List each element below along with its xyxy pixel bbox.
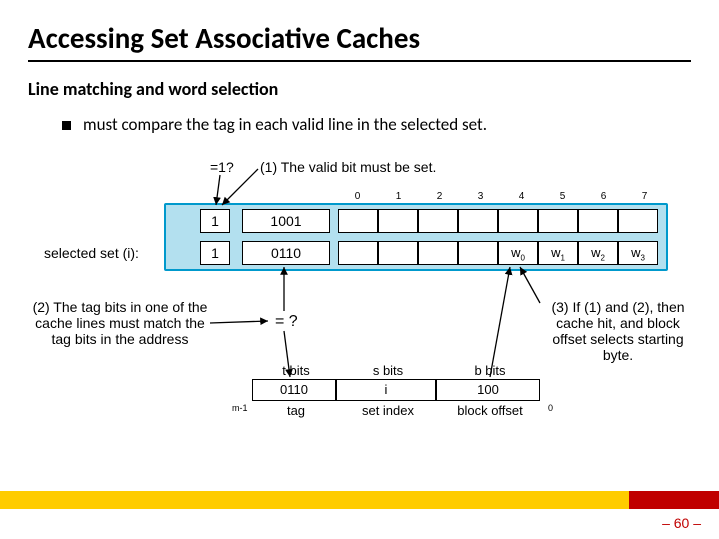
setindex-field: i bbox=[336, 379, 436, 401]
col-num: 2 bbox=[419, 191, 460, 202]
lsb-label: 0 bbox=[548, 403, 553, 413]
title-underline bbox=[28, 60, 691, 62]
valid-cell: 1 bbox=[200, 241, 230, 265]
blockoffset-field: 100 bbox=[436, 379, 540, 401]
data-cell bbox=[458, 209, 498, 233]
page-number: – 60 – bbox=[662, 515, 701, 531]
addr-name: set index bbox=[338, 403, 438, 418]
footer-stripe bbox=[0, 491, 719, 509]
col-num: 1 bbox=[378, 191, 419, 202]
bullet-row: must compare the tag in each valid line … bbox=[0, 114, 719, 135]
addr-label: s bits bbox=[338, 363, 438, 378]
tag-field: 0110 bbox=[252, 379, 336, 401]
data-cell bbox=[538, 209, 578, 233]
data-cell: w1 bbox=[538, 241, 578, 265]
addr-name: block offset bbox=[438, 403, 542, 418]
addr-label: b bits bbox=[438, 363, 542, 378]
addr-field-names: tag set index block offset bbox=[254, 403, 542, 418]
data-cell bbox=[378, 241, 418, 265]
tag-cell: 1001 bbox=[242, 209, 330, 233]
data-cell bbox=[578, 209, 618, 233]
tag-cell: 0110 bbox=[242, 241, 330, 265]
valid-check-label: =1? bbox=[210, 159, 234, 175]
col-num: 6 bbox=[583, 191, 624, 202]
footer-yellow bbox=[0, 491, 629, 509]
data-cell bbox=[378, 209, 418, 233]
msb-label: m-1 bbox=[232, 403, 248, 413]
note-3: (3) If (1) and (2), then cache hit, and … bbox=[540, 299, 696, 363]
col-num: 7 bbox=[624, 191, 665, 202]
cache-line-0: 1 1001 bbox=[200, 209, 658, 233]
col-num: 3 bbox=[460, 191, 501, 202]
address-box: 0110 i 100 bbox=[252, 379, 540, 401]
data-cell bbox=[418, 209, 458, 233]
data-cell bbox=[338, 241, 378, 265]
note-2: (2) The tag bits in one of the cache lin… bbox=[30, 299, 210, 347]
bullet-square-icon bbox=[62, 121, 71, 130]
valid-cell: 1 bbox=[200, 209, 230, 233]
col-num: 4 bbox=[501, 191, 542, 202]
data-cell bbox=[498, 209, 538, 233]
col-num: 0 bbox=[337, 191, 378, 202]
subtitle: Line matching and word selection bbox=[0, 78, 719, 100]
diagram: =1? (1) The valid bit must be set. 0 1 2… bbox=[0, 153, 719, 453]
addr-name: tag bbox=[254, 403, 338, 418]
valid-note: (1) The valid bit must be set. bbox=[260, 159, 436, 175]
data-cell: w0 bbox=[498, 241, 538, 265]
selected-set-label: selected set (i): bbox=[44, 245, 139, 261]
page-title: Accessing Set Associative Caches bbox=[0, 0, 719, 60]
data-cell: w2 bbox=[578, 241, 618, 265]
data-block: w0 w1 w2 w3 bbox=[338, 241, 658, 265]
addr-bit-labels: t bits s bits b bits bbox=[254, 363, 542, 378]
cache-line-1: 1 0110 w0 w1 w2 w3 bbox=[200, 241, 658, 265]
tag-compare-label: = ? bbox=[275, 313, 298, 331]
col-num: 5 bbox=[542, 191, 583, 202]
data-cell bbox=[458, 241, 498, 265]
data-cell bbox=[418, 241, 458, 265]
column-indices: 0 1 2 3 4 5 6 7 bbox=[337, 191, 665, 202]
data-cell bbox=[338, 209, 378, 233]
data-block bbox=[338, 209, 658, 233]
addr-label: t bits bbox=[254, 363, 338, 378]
data-cell: w3 bbox=[618, 241, 658, 265]
data-cell bbox=[618, 209, 658, 233]
footer-red bbox=[629, 491, 719, 509]
bullet-text: must compare the tag in each valid line … bbox=[83, 114, 487, 135]
